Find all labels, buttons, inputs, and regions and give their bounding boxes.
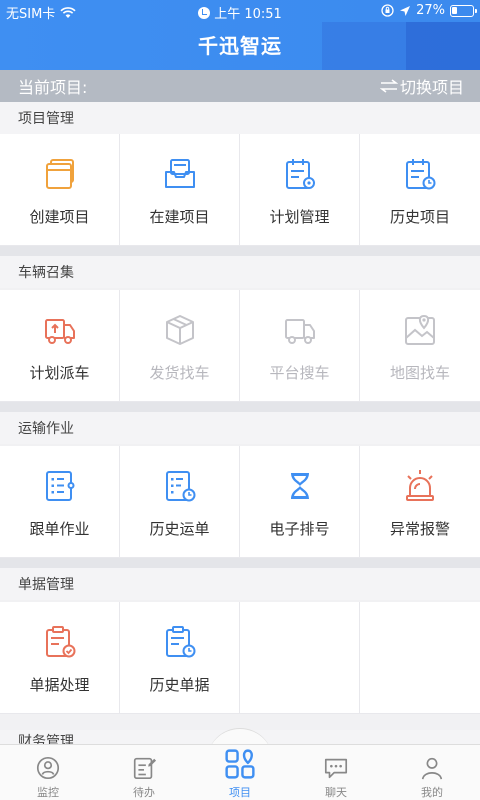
status-bar: 无SIM卡 上午 10:51 27% [0,0,480,22]
nav-mine[interactable]: 我的 [384,745,480,800]
exception-alarm-button[interactable]: 异常报警 [360,446,480,558]
nav-mine-label: 我的 [421,786,443,799]
platform-search-truck-button[interactable]: 平台搜车 [240,290,360,402]
create-project-button[interactable]: 创建项目 [0,134,120,246]
document-process-button[interactable]: 单据处理 [0,602,120,714]
ongoing-project-button[interactable]: 在建项目 [120,134,240,246]
battery-icon [450,4,477,17]
document-process-icon [45,626,75,658]
history-project-icon [406,159,436,190]
dispatch-truck-label: 计划派车 [29,364,90,382]
map-pin-icon [405,314,435,345]
ship-find-truck-label: 发货找车 [149,364,210,382]
current-project-label: 当前项目: [18,78,88,97]
chat-icon [324,758,348,779]
hourglass-icon [290,473,309,499]
nav-project-label: 项目 [229,786,251,799]
nav-project[interactable]: 项目 [192,745,288,800]
rotation-lock-icon [381,4,394,17]
alarm-icon [198,7,211,19]
dispatch-truck-icon [44,319,75,344]
history-document-icon [165,626,195,658]
section-divider [0,558,480,568]
plan-management-icon [285,159,315,189]
switch-project-label: 切换项目 [399,78,464,97]
empty-cell [240,602,360,714]
monitor-icon [36,756,60,780]
tracking-operation-label: 跟单作业 [29,520,90,538]
section-title-documents: 单据管理 [0,568,480,600]
nav-chat-label: 聊天 [325,786,347,799]
history-waybill-icon [165,471,195,502]
project-grid-icon [225,749,255,779]
create-project-label: 创建项目 [29,208,90,226]
battery-percent: 27% [416,3,445,18]
history-waybill-button[interactable]: 历史运单 [120,446,240,558]
nav-monitor-label: 监控 [37,786,59,799]
platform-search-truck-label: 平台搜车 [269,364,330,382]
exception-alarm-label: 异常报警 [389,520,450,538]
section-title-vehicle-call: 车辆召集 [0,256,480,288]
time-text: 上午 10:51 [214,7,282,22]
ongoing-project-icon [164,159,195,188]
switch-project-button[interactable]: 切换项目 [379,74,464,98]
empty-cell [360,602,480,714]
dispatch-truck-button[interactable]: 计划派车 [0,290,120,402]
todo-icon [133,757,157,780]
current-project-bar: 当前项目: 切换项目 [0,70,480,102]
electronic-queue-label: 电子排号 [269,520,330,538]
tracking-operation-button[interactable]: 跟单作业 [0,446,120,558]
map-find-truck-button[interactable]: 地图找车 [360,290,480,402]
location-arrow-icon [400,5,411,16]
ongoing-project-label: 在建项目 [149,208,210,226]
create-project-icon [45,159,74,189]
section-divider [0,246,480,256]
top-header: 无SIM卡 上午 10:51 27% 千迅智运 [0,0,480,70]
document-process-label: 单据处理 [29,676,90,694]
alarm-light-icon [406,470,434,501]
electronic-queue-button[interactable]: 电子排号 [240,446,360,558]
history-project-button[interactable]: 历史项目 [360,134,480,246]
map-find-truck-label: 地图找车 [389,364,450,382]
plan-management-button[interactable]: 计划管理 [240,134,360,246]
ship-find-truck-button[interactable]: 发货找车 [120,290,240,402]
status-right: 27% [381,3,477,18]
nav-chat[interactable]: 聊天 [288,745,384,800]
nav-monitor[interactable]: 监控 [0,745,96,800]
bottom-nav: 监控 待办 项目 聊天 我的 [0,744,480,800]
user-icon [421,757,443,780]
nav-todo[interactable]: 待办 [96,745,192,800]
swap-arrows-icon [379,79,398,93]
history-document-label: 历史单据 [149,676,210,694]
app-title: 千迅智运 [198,34,282,58]
documents-grid: 单据处理 历史单据 [0,602,480,714]
tracking-list-icon [45,471,74,501]
section-divider [0,402,480,412]
section-title-transport: 运输作业 [0,412,480,444]
plan-management-label: 计划管理 [269,208,330,226]
package-box-icon [165,315,194,345]
history-waybill-label: 历史运单 [149,520,210,538]
truck-icon [284,319,315,344]
history-document-button[interactable]: 历史单据 [120,602,240,714]
nav-todo-label: 待办 [133,786,155,799]
transport-grid: 跟单作业 历史运单 电子排号 异常报警 [0,446,480,558]
vehicle-call-grid: 计划派车 发货找车 平台搜车 地图找车 [0,290,480,402]
project-management-grid: 创建项目 在建项目 计划管理 历史项目 [0,134,480,246]
section-title-project-management: 项目管理 [0,102,480,134]
history-project-label: 历史项目 [389,208,450,226]
